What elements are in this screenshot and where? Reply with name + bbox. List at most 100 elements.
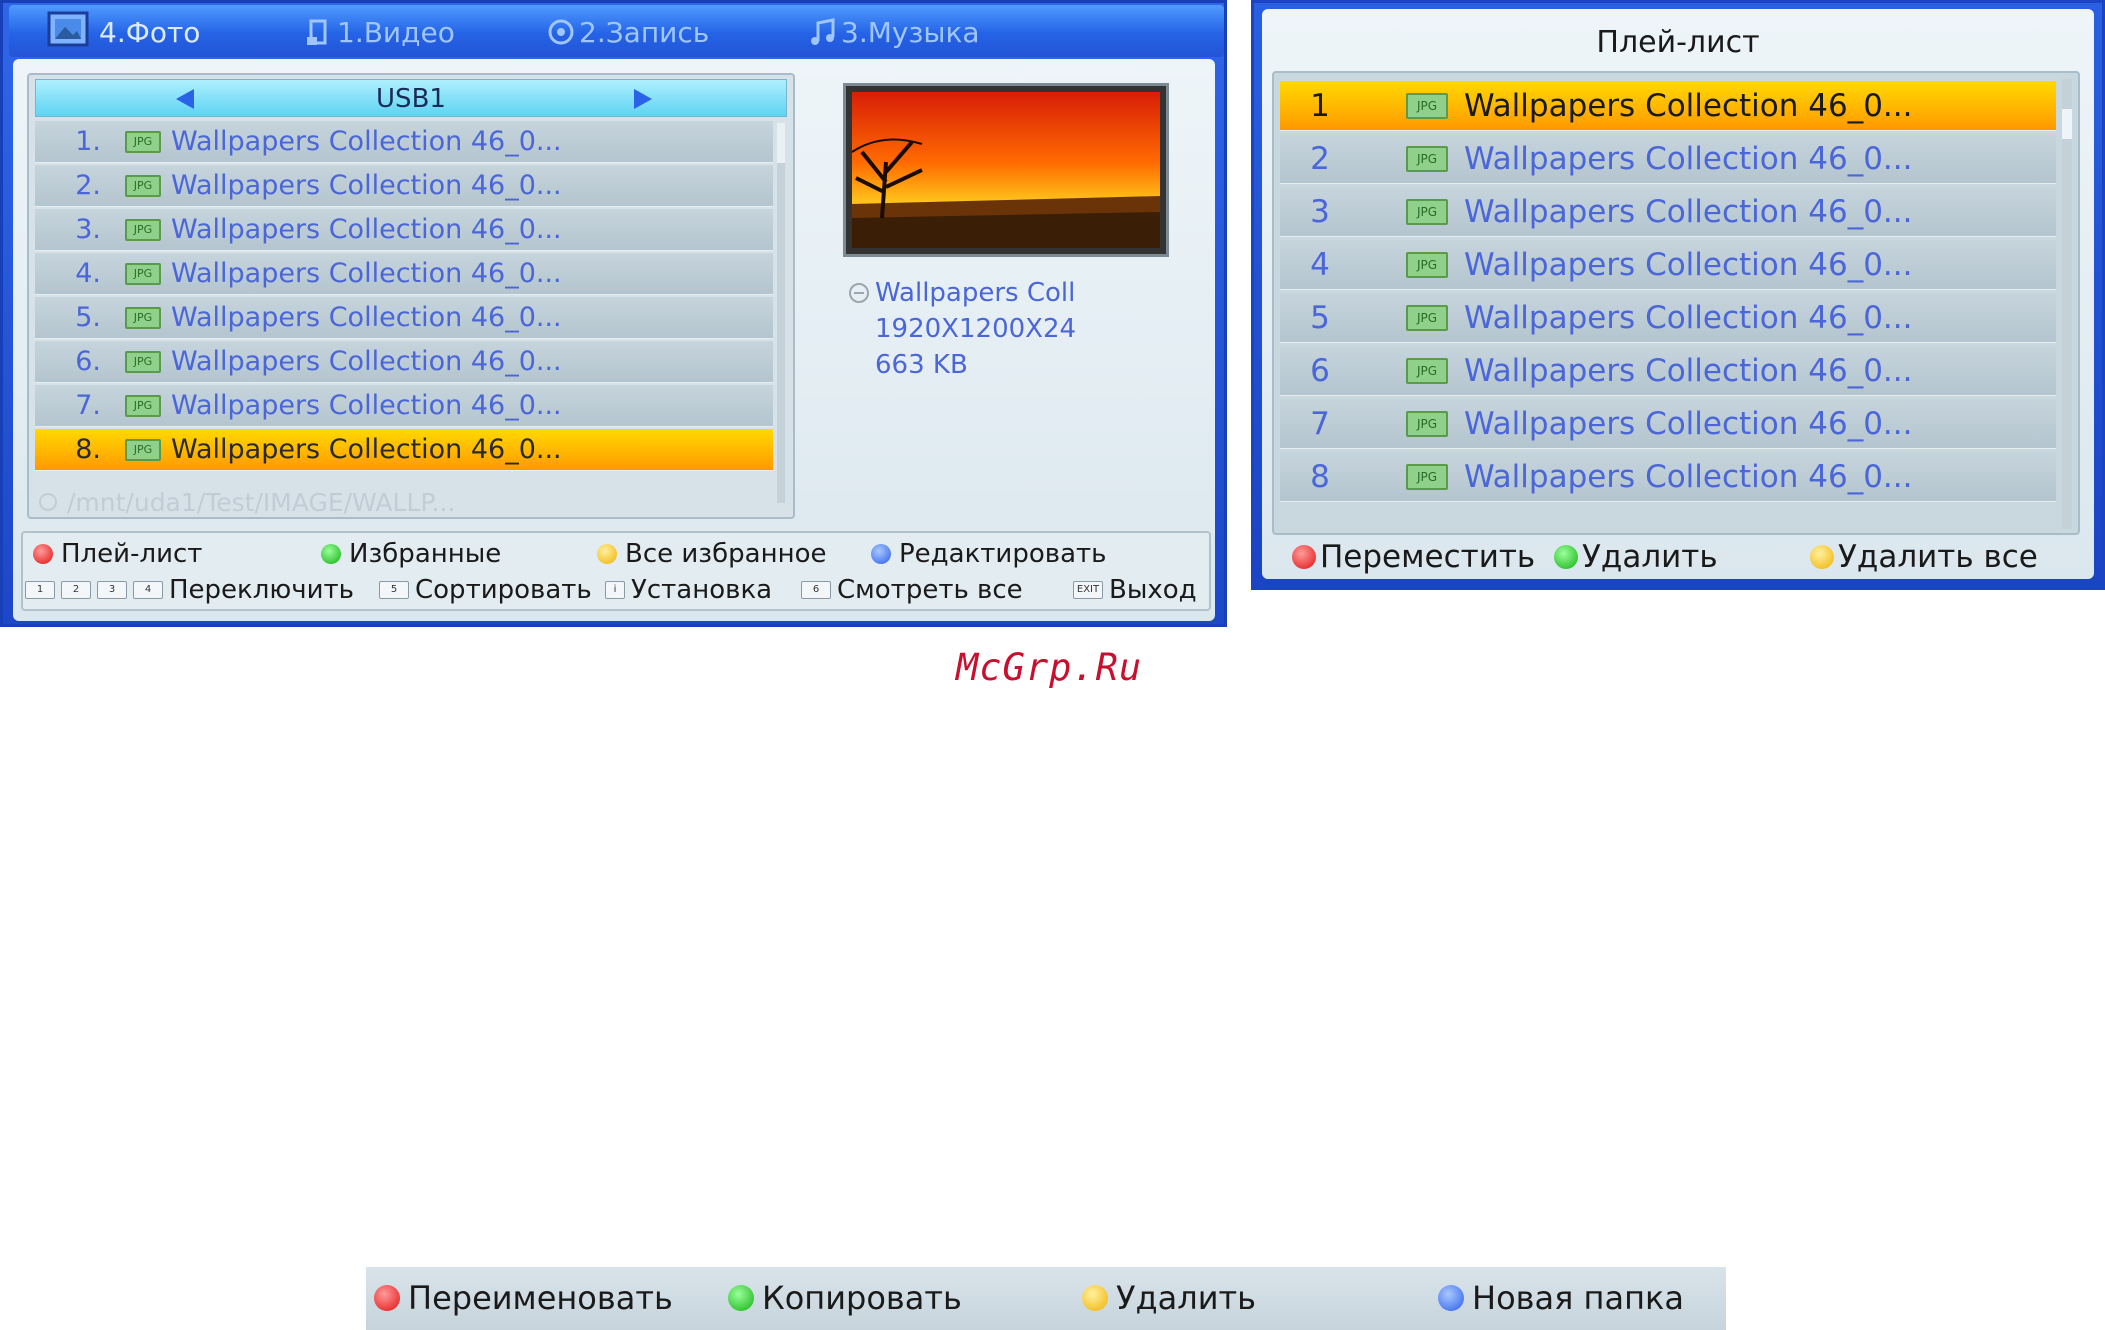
info-size: 663 KB bbox=[875, 350, 968, 380]
file-number: 3. bbox=[75, 214, 101, 245]
legend-setup[interactable]: i Установка bbox=[605, 575, 772, 605]
jpg-file-icon: JPG bbox=[1406, 410, 1448, 437]
sunset-tree-thumbnail bbox=[852, 92, 1160, 248]
file-row[interactable]: 3. JPG Wallpapers Collection 46_0... bbox=[35, 209, 773, 251]
item-number: 6 bbox=[1310, 352, 1330, 389]
item-number: 8 bbox=[1310, 458, 1330, 495]
item-name: Wallpapers Collection 46_0... bbox=[1464, 87, 1913, 124]
file-info: Wallpapers Coll 1920X1200X24 663 KB bbox=[849, 275, 1076, 383]
jpg-file-icon: JPG bbox=[1406, 357, 1448, 384]
tab-photo[interactable]: 4.Фото bbox=[45, 11, 201, 51]
arrow-right-icon[interactable] bbox=[634, 89, 652, 109]
info-collapse-icon bbox=[849, 283, 869, 303]
file-row[interactable]: 1. JPG Wallpapers Collection 46_0... bbox=[35, 121, 773, 163]
tab-record[interactable]: 2.Запись bbox=[547, 13, 709, 51]
jpg-file-icon: JPG bbox=[1406, 304, 1448, 331]
record-icon bbox=[547, 17, 575, 47]
legend-move[interactable]: Переместить bbox=[1292, 539, 1535, 575]
file-row[interactable]: 5. JPG Wallpapers Collection 46_0... bbox=[35, 297, 773, 339]
legend-delete[interactable]: Удалить bbox=[1554, 539, 1718, 575]
legend-view-all[interactable]: 6 Смотреть все bbox=[801, 575, 1023, 605]
legend-new-folder[interactable]: Новая папка bbox=[1438, 1279, 1684, 1317]
file-number: 1. bbox=[75, 126, 101, 157]
scrollbar-thumb[interactable] bbox=[777, 123, 785, 163]
playlist-scrollbar[interactable] bbox=[2062, 79, 2072, 529]
file-name: Wallpapers Collection 46_0... bbox=[171, 170, 562, 201]
tab-video[interactable]: 1.Видео bbox=[305, 13, 455, 51]
item-number: 2 bbox=[1310, 140, 1330, 177]
item-name: Wallpapers Collection 46_0... bbox=[1464, 405, 1913, 442]
media-tab-bar: 4.Фото 1.Видео 2.Запись 3.Музыка bbox=[9, 5, 1224, 57]
legend-sort[interactable]: 5 Сортировать bbox=[379, 575, 592, 605]
legend-green[interactable]: Избранные bbox=[321, 539, 501, 569]
file-number: 7. bbox=[75, 390, 101, 421]
playlist-item[interactable]: 6 JPG Wallpapers Collection 46_0... bbox=[1280, 346, 2056, 396]
legend-delete[interactable]: Удалить bbox=[1082, 1279, 1256, 1317]
legend-delete-all[interactable]: Удалить все bbox=[1810, 539, 2038, 575]
file-row-selected[interactable]: 8. JPG Wallpapers Collection 46_0... bbox=[35, 429, 773, 471]
playlist-item-selected[interactable]: 1 JPG Wallpapers Collection 46_0... bbox=[1280, 81, 2056, 131]
photo-icon bbox=[45, 11, 89, 47]
jpg-file-icon: JPG bbox=[1406, 463, 1448, 490]
green-button-icon bbox=[321, 544, 341, 564]
file-name: Wallpapers Collection 46_0... bbox=[171, 434, 562, 465]
file-number: 6. bbox=[75, 346, 101, 377]
playlist-item[interactable]: 2 JPG Wallpapers Collection 46_0... bbox=[1280, 134, 2056, 184]
legend-blue[interactable]: Редактировать bbox=[871, 539, 1106, 569]
legend-yellow-label: Все избранное bbox=[625, 539, 827, 569]
legend-yellow[interactable]: Все избранное bbox=[597, 539, 827, 569]
jpg-file-icon: JPG bbox=[1406, 251, 1448, 278]
key-6: 6 bbox=[801, 581, 831, 599]
device-selector[interactable]: USB1 bbox=[35, 79, 787, 117]
legend-red[interactable]: Плей-лист bbox=[33, 539, 202, 569]
folder-path-icon bbox=[39, 493, 57, 511]
yellow-button-icon bbox=[1810, 545, 1834, 569]
item-number: 5 bbox=[1310, 299, 1330, 336]
tab-video-label: 1.Видео bbox=[337, 15, 455, 49]
jpg-file-icon: JPG bbox=[1406, 92, 1448, 119]
playlist-item[interactable]: 8 JPG Wallpapers Collection 46_0... bbox=[1280, 452, 2056, 502]
playlist-item[interactable]: 3 JPG Wallpapers Collection 46_0... bbox=[1280, 187, 2056, 237]
tab-photo-label: 4.Фото bbox=[99, 15, 201, 49]
file-name: Wallpapers Collection 46_0... bbox=[171, 346, 562, 377]
jpg-file-icon: JPG bbox=[125, 350, 161, 373]
red-button-icon bbox=[374, 1285, 400, 1311]
jpg-file-icon: JPG bbox=[1406, 145, 1448, 172]
playlist-item[interactable]: 7 JPG Wallpapers Collection 46_0... bbox=[1280, 399, 2056, 449]
current-path: /mnt/uda1/Test/IMAGE/WALLP... bbox=[39, 487, 779, 517]
legend-delete-all-label: Удалить все bbox=[1838, 539, 2038, 575]
jpg-file-icon: JPG bbox=[125, 218, 161, 241]
jpg-file-icon: JPG bbox=[125, 262, 161, 285]
scrollbar-thumb[interactable] bbox=[2062, 109, 2072, 139]
key-3: 3 bbox=[97, 581, 127, 599]
legend-copy[interactable]: Копировать bbox=[728, 1279, 962, 1317]
legend-delete-label: Удалить bbox=[1582, 539, 1718, 575]
file-row[interactable]: 4. JPG Wallpapers Collection 46_0... bbox=[35, 253, 773, 295]
path-text: /mnt/uda1/Test/IMAGE/WALLP... bbox=[67, 487, 456, 517]
file-row[interactable]: 7. JPG Wallpapers Collection 46_0... bbox=[35, 385, 773, 427]
legend-rename[interactable]: Переименовать bbox=[374, 1279, 673, 1317]
file-row[interactable]: 2. JPG Wallpapers Collection 46_0... bbox=[35, 165, 773, 207]
file-name: Wallpapers Collection 46_0... bbox=[171, 258, 562, 289]
file-name: Wallpapers Collection 46_0... bbox=[171, 390, 562, 421]
yellow-button-icon bbox=[1082, 1285, 1108, 1311]
playlist-item[interactable]: 4 JPG Wallpapers Collection 46_0... bbox=[1280, 240, 2056, 290]
tab-music[interactable]: 3.Музыка bbox=[809, 13, 980, 51]
file-name: Wallpapers Collection 46_0... bbox=[171, 302, 562, 333]
file-row[interactable]: 6. JPG Wallpapers Collection 46_0... bbox=[35, 341, 773, 383]
legend-green-label: Избранные bbox=[349, 539, 502, 569]
playlist-body: Плей-лист 1 JPG Wallpapers Collection 46… bbox=[1262, 9, 2094, 579]
legend-exit[interactable]: EXIT Выход bbox=[1073, 575, 1197, 605]
item-name: Wallpapers Collection 46_0... bbox=[1464, 193, 1913, 230]
playlist-item[interactable]: 5 JPG Wallpapers Collection 46_0... bbox=[1280, 293, 2056, 343]
blue-button-icon bbox=[871, 544, 891, 564]
setup-label: Установка bbox=[631, 575, 773, 605]
file-number: 5. bbox=[75, 302, 101, 333]
arrow-left-icon[interactable] bbox=[176, 89, 194, 109]
file-list-scrollbar[interactable] bbox=[777, 123, 785, 503]
item-name: Wallpapers Collection 46_0... bbox=[1464, 352, 1913, 389]
file-number: 2. bbox=[75, 170, 101, 201]
yellow-button-icon bbox=[597, 544, 617, 564]
legend-switch[interactable]: 1 2 3 4 Переключить bbox=[25, 575, 354, 605]
view-all-label: Смотреть все bbox=[837, 575, 1023, 605]
